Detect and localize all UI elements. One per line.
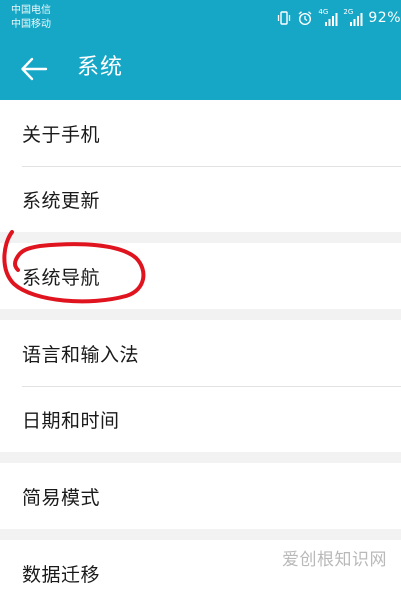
- signal-2-tag: 2G: [343, 8, 354, 16]
- settings-group-4: 简易模式: [0, 463, 401, 529]
- group-divider: [0, 529, 401, 540]
- signal-1-tag: 4G: [318, 8, 329, 16]
- group-divider: [0, 232, 401, 243]
- list-item-label: 语言和输入法: [22, 343, 140, 366]
- group-divider: [0, 452, 401, 463]
- battery-level: 92%: [368, 10, 401, 26]
- alarm-icon: [297, 10, 313, 26]
- app-bar: 系统: [0, 38, 401, 100]
- list-item-system-update[interactable]: 系统更新: [0, 166, 401, 232]
- carrier-1-label: 中国电信: [11, 5, 51, 16]
- settings-group-1: 关于手机 系统更新: [0, 100, 401, 232]
- settings-group-2: 系统导航: [0, 243, 401, 309]
- group-divider: [0, 309, 401, 320]
- list-item-label: 简易模式: [22, 486, 101, 509]
- page-title: 系统: [77, 55, 124, 80]
- watermark: 爱创根知识网: [282, 550, 387, 570]
- list-item-simple-mode[interactable]: 简易模式: [0, 463, 401, 529]
- list-item-label: 系统导航: [22, 266, 101, 289]
- vibrate-icon: [276, 10, 292, 26]
- signal-2g-icon: 2G: [343, 8, 363, 26]
- status-icons: 4G 2G 92%: [276, 8, 401, 28]
- carrier-2-label: 中国移动: [11, 19, 51, 30]
- list-item-date-time[interactable]: 日期和时间: [0, 386, 401, 452]
- list-item-label: 日期和时间: [22, 409, 120, 432]
- status-bar: 中国电信 中国移动 4G 2G 92%: [0, 0, 401, 38]
- list-item-about-phone[interactable]: 关于手机: [0, 100, 401, 166]
- settings-list: 关于手机 系统更新 系统导航 语言和输入法 日期和时间 简易模式 数据迁移: [0, 100, 401, 606]
- list-item-label: 数据迁移: [22, 563, 101, 586]
- signal-4g-icon: 4G: [318, 8, 338, 26]
- list-item-label: 关于手机: [22, 123, 101, 146]
- settings-group-3: 语言和输入法 日期和时间: [0, 320, 401, 452]
- list-item-language-input[interactable]: 语言和输入法: [0, 320, 401, 386]
- list-item-label: 系统更新: [22, 189, 101, 212]
- list-item-system-navigation[interactable]: 系统导航: [0, 243, 401, 309]
- arrow-left-icon[interactable]: [20, 56, 48, 82]
